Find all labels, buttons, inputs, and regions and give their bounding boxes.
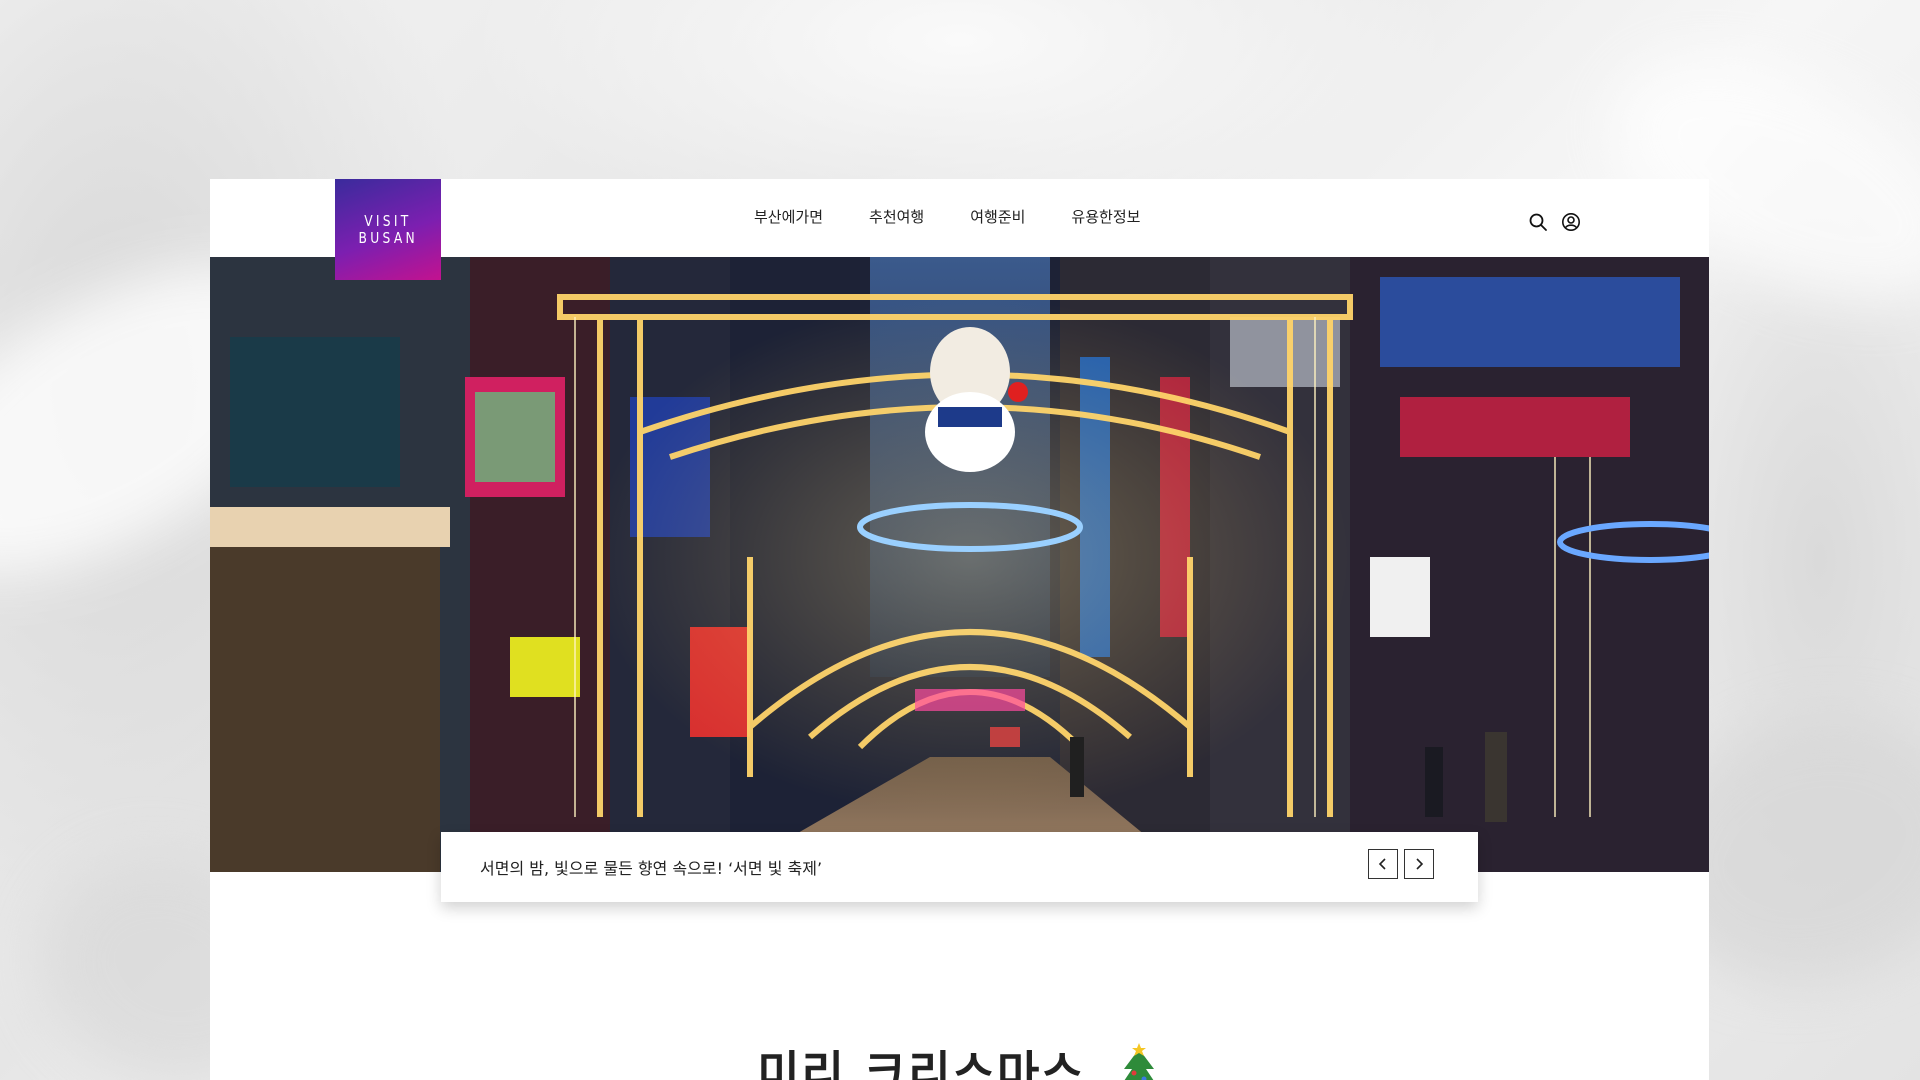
logo-line-2: BUSAN: [358, 228, 418, 247]
main-nav: 부산에가면 추천여행 여행준비 유용한정보: [754, 205, 1186, 229]
hero-image: [210, 257, 1709, 872]
seomyeon-light-festival-photo: [210, 257, 1709, 872]
hero-caption-text[interactable]: 서면의 밤, 빛으로 물든 향연 속으로! ‘서면 빛 축제’: [480, 855, 822, 879]
nav-item-busan[interactable]: 부산에가면: [754, 205, 823, 229]
section-title: 미리 크리스마스: [210, 1037, 1709, 1080]
user-icon[interactable]: [1561, 212, 1581, 232]
chevron-left-icon: [1378, 858, 1386, 870]
logo-line-1: VISIT: [364, 211, 412, 230]
section-title-text: 미리 크리스마스: [757, 1046, 1086, 1080]
chevron-right-icon: [1416, 858, 1424, 870]
search-icon[interactable]: [1528, 212, 1548, 232]
hero-caption-bar: 서면의 밤, 빛으로 물든 향연 속으로! ‘서면 빛 축제’: [441, 832, 1478, 902]
nav-item-useful-info[interactable]: 유용한정보: [1071, 205, 1140, 229]
nav-item-trip-prep[interactable]: 여행준비: [970, 205, 1025, 229]
carousel-controls: [1368, 849, 1434, 879]
carousel-prev-button[interactable]: [1368, 849, 1398, 879]
nav-item-recommended-trips[interactable]: 추천여행: [869, 205, 924, 229]
visit-busan-logo[interactable]: VISIT BUSAN: [335, 179, 441, 280]
carousel-next-button[interactable]: [1404, 849, 1434, 879]
header-icons: [1528, 212, 1581, 232]
christmas-tree-icon: [1116, 1043, 1162, 1080]
website-mockup: 부산에가면 추천여행 여행준비 유용한정보 VISIT BUSAN 서면의 밤,…: [210, 179, 1709, 1080]
